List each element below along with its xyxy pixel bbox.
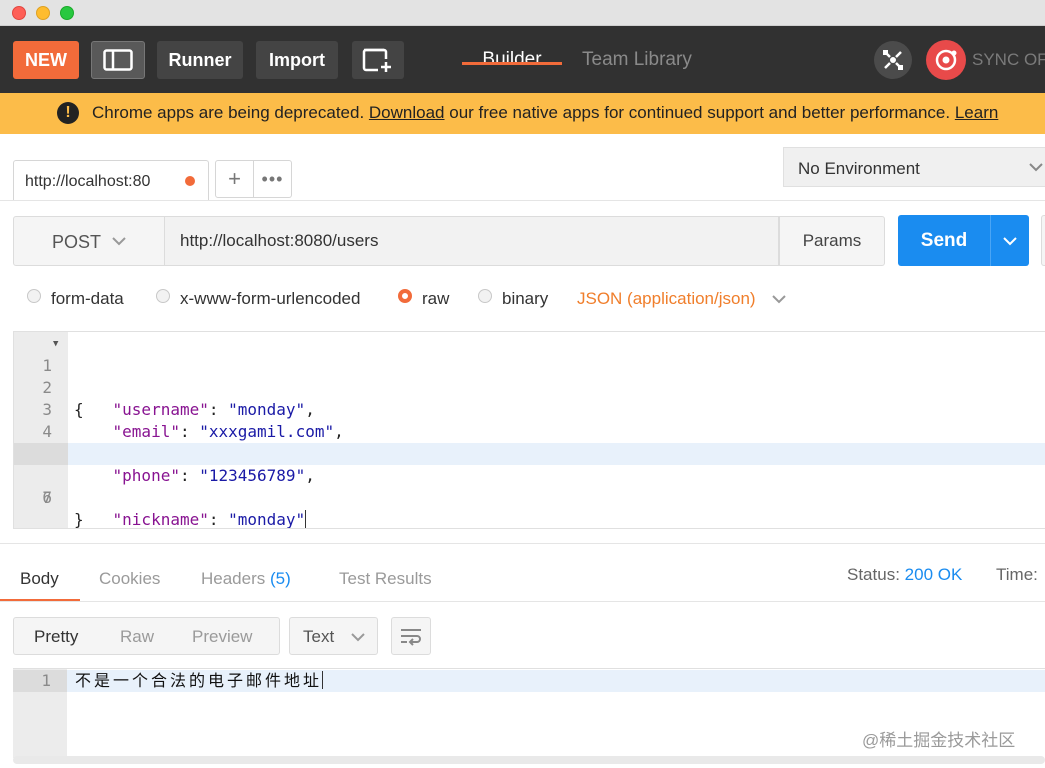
response-view-select[interactable]: Text [289,617,378,655]
response-body-text: 不是一个合法的电子邮件地址 [75,671,324,690]
toggle-sidebar-button[interactable] [91,41,145,79]
chevron-down-icon [351,633,365,642]
request-tab-label: http://localhost:80 [25,173,151,190]
banner-message: Chrome apps are being deprecated. Downlo… [92,103,999,122]
code-line: 3 "email": "xxxgamil.com", [42,400,344,441]
section-divider [0,543,1045,544]
response-line-number: 1 [13,670,67,692]
maximize-window-button[interactable] [60,6,74,20]
tab-response-body[interactable]: Body [20,569,59,589]
code-line: 5 "phone": "123456789", [42,444,315,485]
code-line: 1 ▼ { [14,333,1045,419]
method-label: POST [52,232,102,252]
tab-options-button[interactable]: ••• [254,160,292,198]
status-value: 200 OK [904,565,963,584]
text-cursor [322,671,324,689]
tab-builder[interactable]: Builder [462,41,562,79]
warning-icon: ! [57,102,79,124]
new-button[interactable]: NEW [13,41,79,79]
learn-more-link[interactable]: Learn [955,103,998,122]
save-button[interactable] [1041,215,1045,266]
content-type-select[interactable]: JSON (application/json) [577,289,756,309]
radio-indicator[interactable] [27,289,41,303]
radio-indicator-selected[interactable] [398,289,412,303]
watermark: @稀土掘金技术社区 [862,731,1016,750]
tab-test-results[interactable]: Test Results [339,569,432,589]
response-format-group: Pretty Raw Preview [13,617,280,655]
fold-arrow-icon[interactable]: ▼ [53,333,58,355]
wrap-lines-icon [401,629,421,646]
sync-icon[interactable] [926,40,966,80]
format-raw-button[interactable]: Raw [120,627,154,647]
radio-urlencoded[interactable]: x-www-form-urlencoded [156,288,360,310]
send-options-button[interactable] [990,215,1029,266]
interceptor-satellite-icon[interactable] [874,41,912,79]
view-mode-label: Text [303,627,335,646]
code-line: 7 } [42,488,84,529]
send-button[interactable]: Send [898,215,990,266]
sidebar-icon [103,49,133,71]
deprecation-banner: ! Chrome apps are being deprecated. Down… [0,93,1045,134]
chevron-down-icon [112,237,126,246]
sync-status-label[interactable]: SYNC OFF [972,50,1045,70]
code-line: 2 "username": "monday", [42,378,315,419]
tab-team-library[interactable]: Team Library [582,41,692,79]
radio-binary[interactable]: binary [478,288,548,310]
download-link[interactable]: Download [369,103,445,122]
horizontal-scrollbar[interactable] [13,756,1045,764]
radio-indicator[interactable] [478,289,492,303]
radio-form-data[interactable]: form-data [27,288,124,310]
chevron-down-icon [1003,236,1017,245]
more-icon: ••• [261,168,284,189]
new-window-button[interactable] [352,41,404,79]
response-tabs-divider [0,601,1045,602]
chevron-down-icon[interactable] [771,293,787,305]
tabs-divider [0,200,1045,201]
radio-raw[interactable]: raw [398,288,449,310]
response-status: Status: 200 OK [847,565,963,584]
url-input[interactable] [165,216,779,266]
format-preview-button[interactable]: Preview [192,627,252,647]
method-select[interactable]: POST [13,216,165,266]
unsaved-indicator-icon [185,176,195,186]
code-line: 4 "age": 18, [42,422,209,463]
radio-indicator[interactable] [156,289,170,303]
active-tab-indicator [462,62,562,65]
tab-response-headers[interactable]: Headers (5) [201,569,291,589]
close-window-button[interactable] [12,6,26,20]
headers-count-badge: (5) [270,569,291,588]
plus-icon: + [228,166,241,191]
text-cursor [305,510,307,528]
request-body-editor[interactable]: 1 ▼ { 2 "username": "monday", 3 "email":… [13,331,1045,529]
import-button[interactable]: Import [256,41,338,79]
minimize-window-button[interactable] [36,6,50,20]
wrap-lines-button[interactable] [391,617,431,655]
response-time-label: Time: [996,565,1038,584]
chevron-down-icon [1029,163,1043,172]
request-tab[interactable]: http://localhost:80 [13,160,209,201]
format-pretty-button[interactable]: Pretty [34,627,78,647]
tab-response-cookies[interactable]: Cookies [99,569,160,589]
environment-label: No Environment [798,159,920,178]
new-window-icon [362,48,391,72]
runner-button[interactable]: Runner [157,41,243,79]
params-button[interactable]: Params [779,216,885,266]
code-line-active: 6 "nickname": "monday" [14,443,1045,528]
window-titlebar [0,0,1045,26]
environment-select[interactable]: No Environment [783,147,1045,187]
add-tab-button[interactable]: + [215,160,254,198]
